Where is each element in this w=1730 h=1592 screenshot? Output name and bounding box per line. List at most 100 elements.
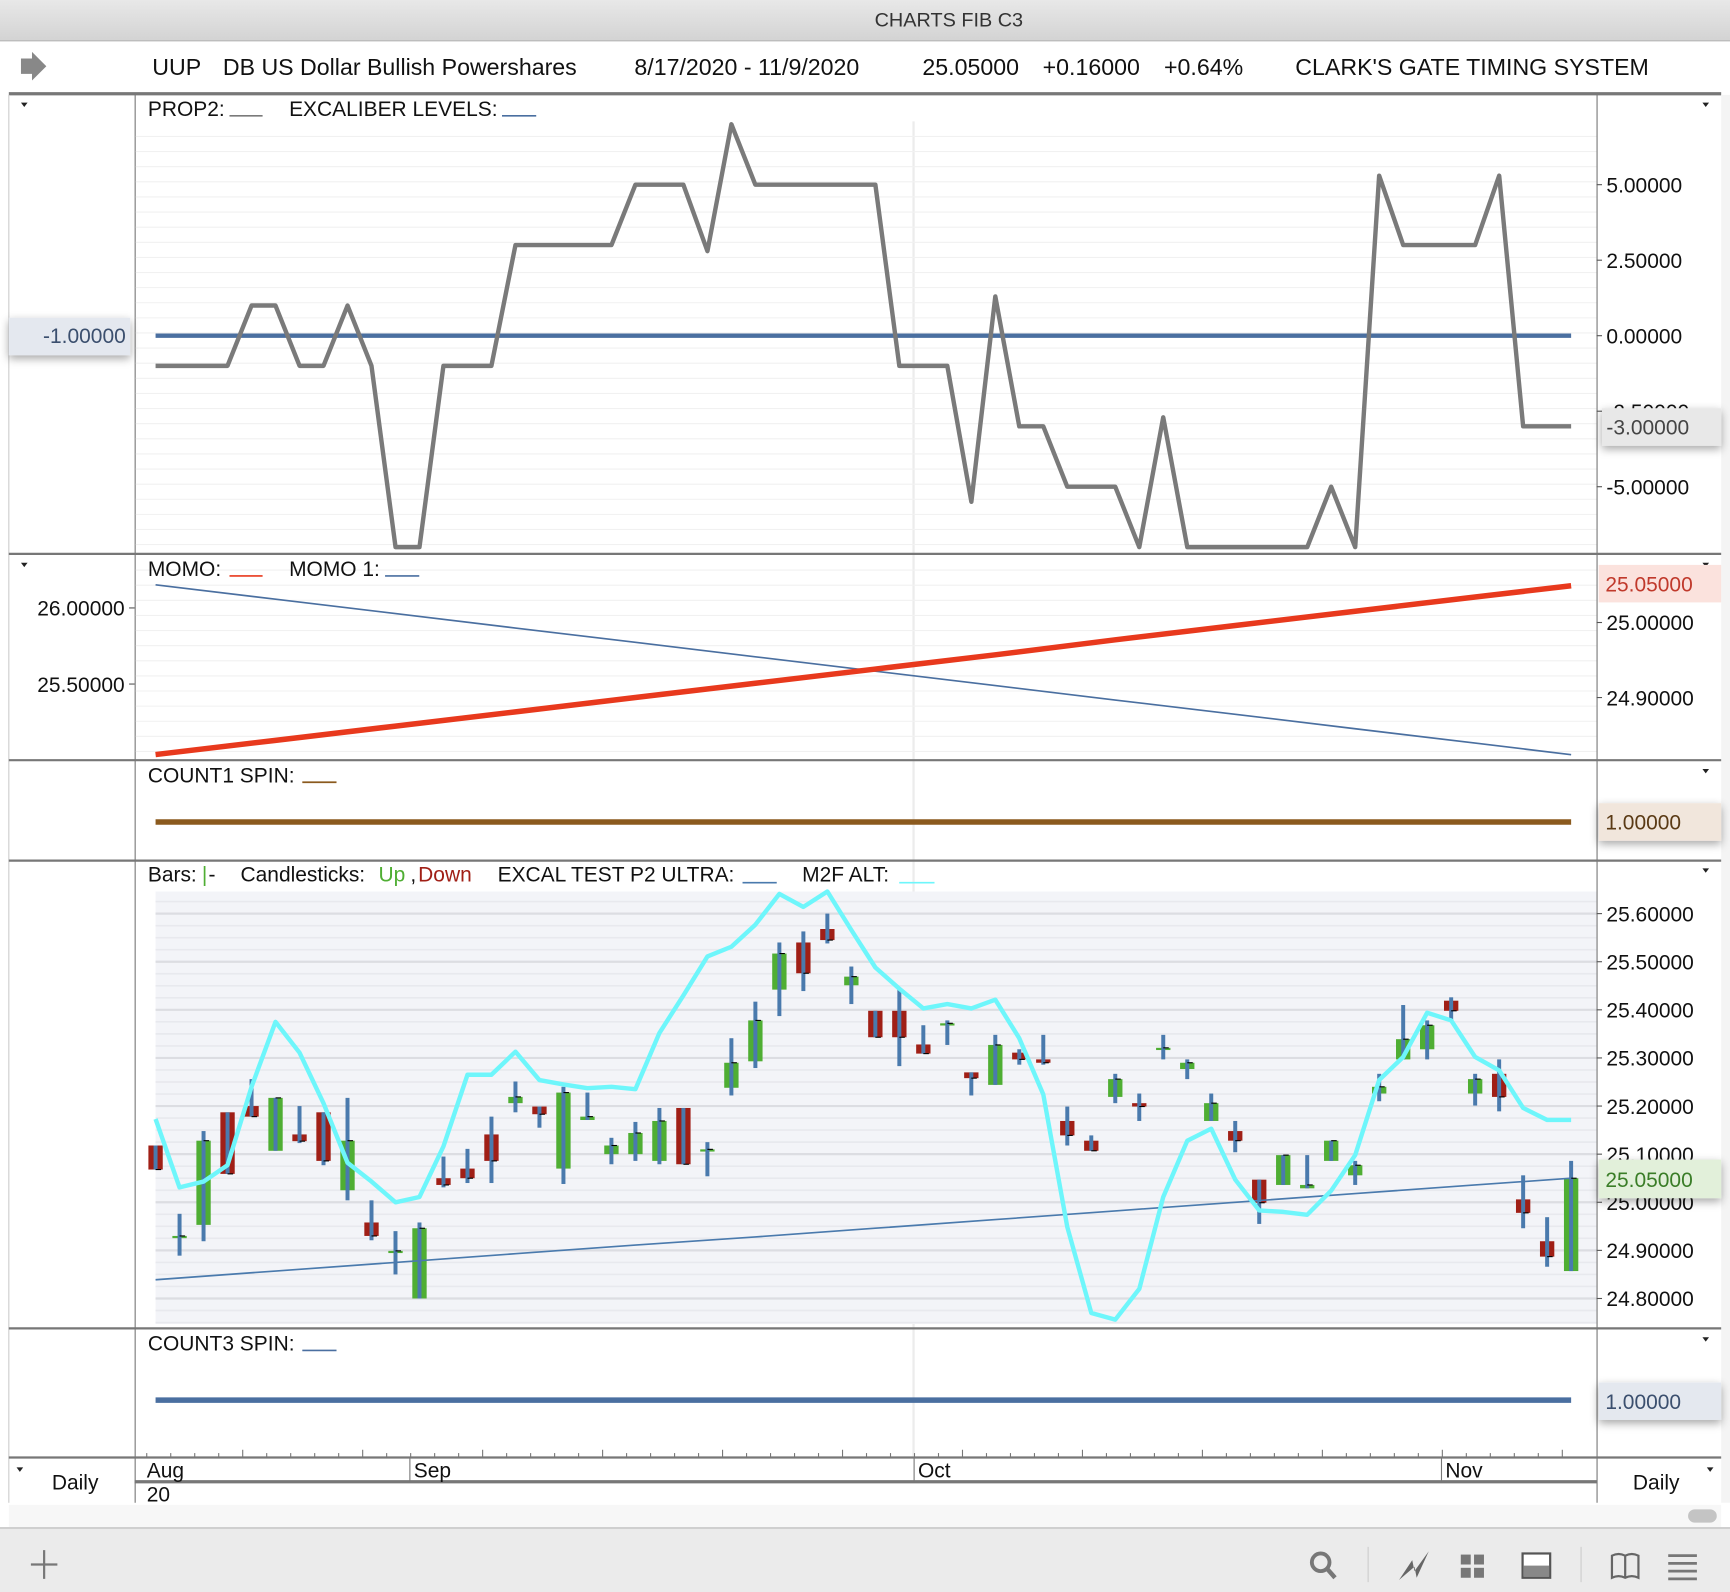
price-bar	[921, 1025, 926, 1054]
price-bar	[1161, 1034, 1166, 1060]
legend-down: Down	[418, 864, 472, 887]
price-legend: Bars: | - Candlesticks: Up , Down EXCAL …	[148, 864, 935, 887]
period-menu-icon[interactable]	[16, 1467, 24, 1472]
legend-prop2: PROP2:	[148, 98, 225, 121]
y-tick-label: 25.30000	[1606, 1048, 1693, 1071]
price-bar	[1113, 1073, 1118, 1104]
price-change: +0.16000	[1043, 54, 1140, 80]
vertical-scrollbar[interactable]	[1721, 94, 1730, 1503]
price-bar	[321, 1112, 326, 1166]
price-bar	[585, 1092, 590, 1121]
price-bar	[681, 1107, 686, 1165]
price-bar	[201, 1131, 206, 1242]
last-price: 25.05000	[922, 54, 1019, 80]
y-tick-label: 5.00000	[1606, 174, 1682, 197]
price-bar	[1353, 1160, 1358, 1185]
period-menu-icon[interactable]	[1706, 1467, 1714, 1472]
price-bar	[561, 1086, 566, 1184]
price-bar	[993, 1034, 998, 1085]
arrow-right-icon[interactable]	[20, 51, 47, 81]
chart-window: CHARTS FIB C3 UUP DB US Dollar Bullish P…	[0, 0, 1730, 1592]
date-range: 8/17/2020 - 11/9/2020	[634, 54, 859, 80]
prop2-left-marker: -1.00000	[8, 317, 131, 356]
legend-candles: Candlesticks:	[241, 864, 366, 887]
legend-bars-glyph: -	[209, 864, 216, 887]
legend-momo1: MOMO 1:	[289, 558, 380, 581]
panel-icon[interactable]	[1521, 1552, 1552, 1579]
svg-text:1.00000: 1.00000	[1605, 1391, 1681, 1414]
price-right-marker: 25.05000	[1598, 1159, 1722, 1199]
price-bar	[1065, 1106, 1070, 1146]
panel-menu-icon[interactable]	[1702, 102, 1710, 108]
price-bar	[153, 1145, 158, 1170]
panel-menu-icon[interactable]	[20, 562, 28, 568]
price-bar	[1449, 997, 1454, 1021]
panel-menu-icon[interactable]	[1702, 868, 1710, 873]
month-nov: Nov	[1445, 1459, 1483, 1482]
price-bar	[1017, 1049, 1022, 1065]
price-bar	[609, 1137, 614, 1165]
y-tick-label: 25.60000	[1606, 903, 1693, 926]
svg-text:1.00000: 1.00000	[1605, 812, 1681, 835]
y-tick-label: -5.00000	[1606, 476, 1689, 499]
price-bar	[1089, 1135, 1094, 1151]
price-bar	[1545, 1217, 1550, 1267]
window-title: CHARTS FIB C3	[875, 9, 1023, 31]
price-bar	[177, 1213, 182, 1256]
count3-legend: COUNT3 SPIN:	[148, 1332, 337, 1355]
momo-right-marker: 25.05000	[1598, 564, 1722, 603]
y-tick-label: 24.90000	[1606, 687, 1693, 710]
period-right[interactable]: Daily	[1633, 1471, 1680, 1494]
month-aug: Aug	[147, 1459, 184, 1482]
symbol: UUP	[152, 54, 201, 80]
y-tick-label: 25.40000	[1606, 1000, 1693, 1023]
legend-up: Up	[378, 864, 405, 887]
price-bar	[537, 1106, 542, 1128]
panel-menu-icon[interactable]	[1702, 769, 1710, 774]
count1-legend: COUNT1 SPIN:	[148, 764, 337, 787]
period-left[interactable]: Daily	[52, 1471, 99, 1494]
system-name: CLARK'S GATE TIMING SYSTEM	[1295, 54, 1649, 80]
price-bar	[1425, 1020, 1430, 1060]
price-bar	[441, 1156, 446, 1188]
y-tick-label: 25.50000	[37, 674, 124, 697]
chart-canvas: CHARTS FIB C3 UUP DB US Dollar Bullish P…	[0, 0, 1730, 1592]
panel-menu-icon[interactable]	[1702, 1337, 1710, 1342]
price-bar	[1041, 1034, 1046, 1065]
legend-count3: COUNT3 SPIN:	[148, 1332, 295, 1355]
price-bar	[657, 1107, 662, 1165]
price-bar	[1137, 1093, 1142, 1121]
legend-sep: ,	[410, 864, 416, 887]
horizontal-scrollbar[interactable]	[8, 1504, 1722, 1527]
panel-menu-icon[interactable]	[20, 102, 28, 108]
price-bar	[729, 1038, 734, 1096]
title-bar	[0, 0, 1730, 41]
y-tick-label: 24.90000	[1606, 1240, 1693, 1263]
price-bar	[1233, 1120, 1238, 1153]
y-tick-label: 24.80000	[1606, 1288, 1693, 1311]
price-bar	[753, 1001, 758, 1069]
legend-excal-test: EXCAL TEST P2 ULTRA:	[498, 864, 735, 887]
count3-right-marker: 1.00000	[1598, 1382, 1722, 1420]
svg-text:-1.00000: -1.00000	[43, 325, 126, 348]
price-bar	[1329, 1140, 1334, 1161]
prop2-legend: PROP2: EXCALIBER LEVELS:	[148, 98, 537, 121]
price-bar	[633, 1121, 638, 1161]
price-bar	[825, 913, 830, 944]
price-bar	[849, 966, 854, 1005]
price-bar	[1569, 1160, 1574, 1272]
price-bar	[897, 988, 902, 1067]
price-bar	[489, 1116, 494, 1184]
price-bar	[1305, 1155, 1310, 1189]
prop2-right-marker: -3.00000	[1602, 408, 1722, 446]
momo-legend: MOMO: MOMO 1:	[148, 558, 420, 581]
price-bar	[1281, 1155, 1286, 1185]
price-bar	[1521, 1175, 1526, 1229]
price-bar	[969, 1072, 974, 1096]
price-bar	[345, 1097, 350, 1201]
price-plot-area	[155, 891, 1597, 1324]
scroll-thumb[interactable]	[1688, 1509, 1717, 1523]
legend-m2f: M2F ALT:	[802, 864, 889, 887]
y-tick-label: 26.00000	[37, 598, 124, 621]
y-tick-label: 25.50000	[1606, 951, 1693, 974]
